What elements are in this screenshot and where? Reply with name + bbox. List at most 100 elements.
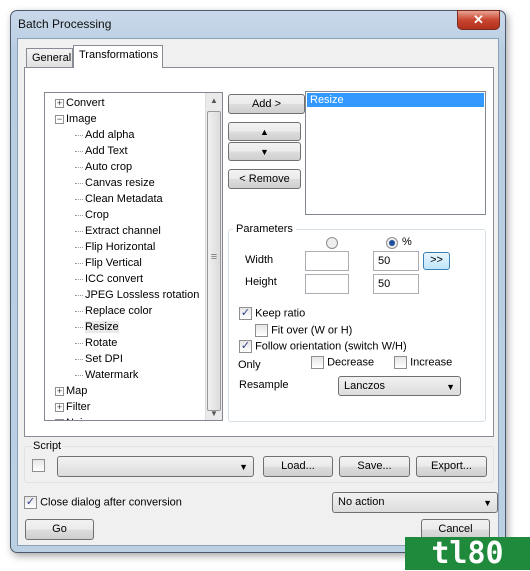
- tree-item[interactable]: Canvas resize: [75, 175, 155, 191]
- collapse-icon[interactable]: −: [55, 114, 64, 124]
- tree-line: [75, 134, 83, 136]
- tab-general[interactable]: General: [26, 48, 73, 68]
- move-down-button[interactable]: ▼: [228, 142, 301, 161]
- tree-item-label: Canvas resize: [85, 177, 155, 189]
- scroll-thumb[interactable]: ≡: [207, 111, 221, 411]
- tree-line: [75, 246, 83, 248]
- height-pixels-input[interactable]: [305, 274, 349, 294]
- resample-label: Resample: [239, 379, 289, 391]
- tree-item[interactable]: + Filter: [55, 399, 90, 415]
- scroll-up-icon[interactable]: ▲: [210, 96, 218, 105]
- tree-item-label: Noise: [66, 417, 94, 420]
- script-checkbox[interactable]: [32, 459, 45, 472]
- resample-value: Lanczos: [344, 380, 385, 392]
- tree-item[interactable]: Set DPI: [75, 351, 123, 367]
- apply-ratio-button[interactable]: >>: [423, 252, 450, 270]
- width-pixels-input[interactable]: [305, 251, 349, 271]
- selected-transformations-list[interactable]: Resize: [305, 91, 486, 215]
- tree-line: [75, 182, 83, 184]
- tree-line: [75, 278, 83, 280]
- tree-item-label: Resize: [85, 321, 119, 333]
- tree-line: [75, 166, 83, 168]
- width-label: Width: [245, 254, 274, 266]
- tree-item-label: Map: [66, 385, 88, 397]
- tree-item[interactable]: Add alpha: [75, 127, 135, 143]
- keep-ratio-label: Keep ratio: [255, 307, 306, 320]
- tree-item[interactable]: Auto crop: [75, 159, 132, 175]
- remove-button[interactable]: < Remove: [228, 169, 301, 189]
- tree-item[interactable]: Rotate: [75, 335, 117, 351]
- tree-item[interactable]: JPEG Lossless rotation: [75, 287, 199, 303]
- tree-item-label: Filter: [66, 401, 91, 413]
- tree-item[interactable]: + Map: [55, 383, 87, 399]
- transformations-tree[interactable]: + Convert − Image Add alpha Add Text Auto crop…: [44, 92, 223, 421]
- chevron-down-icon: ▼: [483, 498, 492, 508]
- tree-item-label: Clean Metadata: [85, 193, 163, 205]
- checkbox-icon: [32, 459, 45, 472]
- after-action-value: No action: [338, 496, 385, 508]
- add-button[interactable]: Add >: [228, 94, 305, 114]
- tree-item[interactable]: − Image: [55, 111, 97, 127]
- close-button[interactable]: ✕: [457, 10, 500, 30]
- watermark-logo: tl80: [405, 537, 530, 570]
- percent-radio[interactable]: [386, 237, 398, 249]
- expand-icon[interactable]: +: [55, 402, 64, 412]
- tree-scrollbar[interactable]: ▲ ≡ ▼: [205, 93, 222, 420]
- tree-item-label: Auto crop: [85, 161, 133, 173]
- keep-ratio-checkbox[interactable]: ✓ Keep ratio: [239, 307, 305, 320]
- expand-icon[interactable]: +: [55, 98, 64, 108]
- expand-icon[interactable]: +: [55, 386, 64, 396]
- tree-line: [75, 198, 83, 200]
- script-label: Script: [32, 440, 63, 452]
- only-label: Only: [238, 359, 261, 371]
- checkbox-checked-icon: ✓: [239, 340, 252, 353]
- width-percent-input[interactable]: 50: [373, 251, 419, 271]
- tree-item[interactable]: + Convert: [55, 95, 105, 111]
- follow-orientation-label: Follow orientation (switch W/H): [255, 340, 407, 353]
- after-action-select[interactable]: No action ▼: [332, 492, 498, 513]
- close-after-checkbox[interactable]: ✓ Close dialog after conversion: [24, 496, 182, 509]
- tree-line: [75, 230, 83, 232]
- tree-line: [75, 214, 83, 216]
- checkbox-icon: [394, 356, 407, 369]
- go-button[interactable]: Go: [25, 519, 94, 540]
- tab-transformations[interactable]: Transformations: [73, 45, 163, 68]
- tree-item-label: Set DPI: [85, 353, 123, 365]
- tree-item-label: Flip Vertical: [85, 257, 142, 269]
- tree-item[interactable]: Add Text: [75, 143, 128, 159]
- tree-item[interactable]: Extract channel: [75, 223, 161, 239]
- tree-line: [75, 374, 83, 376]
- parameters-title: Parameters: [233, 223, 296, 235]
- increase-checkbox[interactable]: Increase: [394, 356, 452, 369]
- load-button[interactable]: Load...: [263, 456, 333, 477]
- tree-item[interactable]: Flip Horizontal: [75, 239, 155, 255]
- expand-icon[interactable]: +: [55, 418, 64, 420]
- close-icon: ✕: [473, 12, 484, 27]
- save-button[interactable]: Save...: [339, 456, 410, 477]
- move-up-button[interactable]: ▲: [228, 122, 301, 141]
- fit-over-checkbox[interactable]: Fit over (W or H): [255, 324, 352, 337]
- tree-item-label: Extract channel: [85, 225, 161, 237]
- tree-item[interactable]: +Noise: [55, 415, 94, 420]
- decrease-checkbox[interactable]: Decrease: [311, 356, 374, 369]
- resample-select[interactable]: Lanczos ▼: [338, 376, 461, 396]
- tree-item[interactable]: Watermark: [75, 367, 138, 383]
- tree-item[interactable]: Crop: [75, 207, 109, 223]
- follow-orientation-checkbox[interactable]: ✓ Follow orientation (switch W/H): [239, 340, 407, 353]
- scroll-down-icon[interactable]: ▼: [210, 409, 218, 418]
- tree-item[interactable]: Flip Vertical: [75, 255, 142, 271]
- pixels-radio[interactable]: [326, 237, 338, 249]
- height-label: Height: [245, 276, 277, 288]
- script-select[interactable]: ▼: [57, 456, 254, 477]
- tree-line: [75, 262, 83, 264]
- tree-item-label: Add Text: [85, 145, 128, 157]
- height-percent-input[interactable]: 50: [373, 274, 419, 294]
- export-button[interactable]: Export...: [416, 456, 487, 477]
- tree-item[interactable]: ICC convert: [75, 271, 143, 287]
- tree-item[interactable]: Clean Metadata: [75, 191, 163, 207]
- tree-item[interactable]: Replace color: [75, 303, 152, 319]
- tree-item-label: Replace color: [85, 305, 153, 317]
- list-item[interactable]: Resize: [307, 93, 484, 107]
- tree-item[interactable]: Resize: [75, 319, 119, 335]
- tree-line: [75, 294, 83, 296]
